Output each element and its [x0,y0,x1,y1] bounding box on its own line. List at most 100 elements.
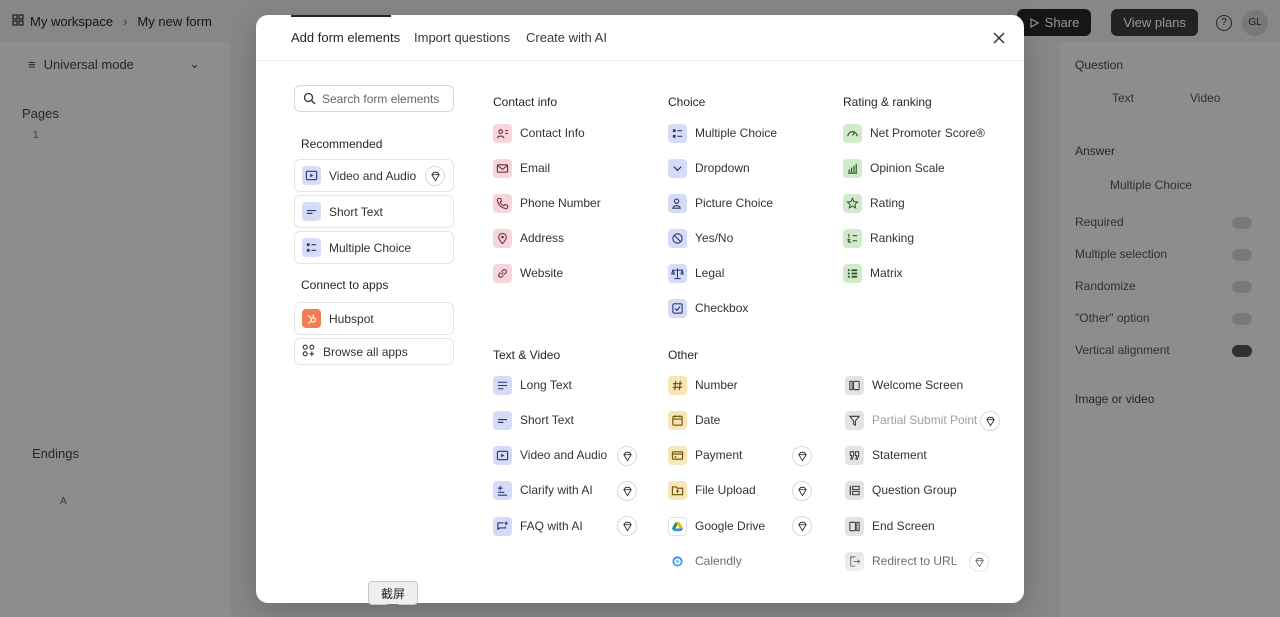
search-icon [303,92,316,105]
recommended-multiple-choice[interactable]: Multiple Choice [294,231,454,264]
element-calendly[interactable]: Calendly [668,550,742,572]
yes-no-icon [668,228,687,248]
picture-choice-icon [668,193,687,213]
item-label: Email [520,161,551,175]
redirect-icon [845,551,864,571]
contact-info-title: Contact info [493,95,558,109]
item-label: Redirect to URL [872,554,958,568]
star-icon [843,193,862,213]
element-redirect-to-url[interactable]: Redirect to URL [845,550,957,572]
element-legal[interactable]: Legal [668,262,724,284]
item-label: File Upload [695,483,756,497]
tab-add-form-elements[interactable]: Add form elements [291,30,400,45]
other-title: Other [668,348,699,362]
end-screen-icon [845,516,864,536]
element-date[interactable]: Date [668,409,720,431]
modal-tabs: Add form elements Import questions Creat… [256,15,1024,61]
recommended-title: Recommended [301,137,383,151]
element-website[interactable]: Website [493,262,563,284]
item-label: Calendly [695,554,742,568]
question-group-icon [845,480,864,500]
element-short-text[interactable]: Short Text [493,409,574,431]
element-yes-no[interactable]: Yes/No [668,227,733,249]
gauge-icon [843,123,862,143]
hash-icon [668,375,687,395]
scales-icon [668,263,687,283]
item-label: Video and Audio [520,448,608,462]
item-label: Payment [695,448,743,462]
short-text-icon [302,202,321,221]
element-phone-number[interactable]: Phone Number [493,192,601,214]
location-pin-icon [493,228,512,248]
element-picture-choice[interactable]: Picture Choice [668,192,773,214]
recommended-short-text[interactable]: Short Text [294,195,454,228]
element-google-drive[interactable]: Google Drive [668,515,765,537]
text-video-title: Text & Video [493,348,561,362]
tab-create-with-ai[interactable]: Create with AI [526,30,607,45]
element-file-upload[interactable]: File Upload [668,479,756,501]
element-end-screen[interactable]: End Screen [845,515,935,537]
element-matrix[interactable]: Matrix [843,262,903,284]
item-label: Partial Submit Point [872,413,978,427]
search-box[interactable] [294,85,454,112]
element-number[interactable]: Number [668,374,738,396]
tab-import-questions[interactable]: Import questions [414,30,510,45]
welcome-screen-icon [845,375,864,395]
browse-all-apps[interactable]: Browse all apps [294,338,454,365]
item-label: Multiple Choice [695,126,778,140]
item-label: Short Text [520,413,574,427]
element-ranking[interactable]: Ranking [843,227,914,249]
ranking-icon [843,228,862,248]
element-opinion-scale[interactable]: Opinion Scale [843,157,945,179]
element-welcome-screen[interactable]: Welcome Screen [845,374,963,396]
element-long-text[interactable]: Long Text [493,374,572,396]
element-clarify-with-ai[interactable]: Clarify with AI [493,479,593,501]
item-label: Rating [870,196,905,210]
item-label: Website [520,266,564,280]
element-question-group[interactable]: Question Group [845,479,957,501]
element-statement[interactable]: Statement [845,444,927,466]
hubspot-icon [302,309,321,328]
element-partial-submit-point[interactable]: Partial Submit Point [845,409,977,431]
quote-icon [845,445,864,465]
faq-ai-icon [493,516,512,536]
item-label: Short Text [329,204,383,219]
google-drive-icon [668,516,687,536]
element-address[interactable]: Address [493,227,564,249]
premium-gem-icon [969,552,989,572]
item-label: Contact Info [520,126,585,140]
element-multiple-choice[interactable]: Multiple Choice [668,122,777,144]
item-label: Date [695,413,721,427]
item-label: Welcome Screen [872,378,964,392]
premium-gem-icon [792,446,812,466]
credit-card-icon [668,445,687,465]
calendar-icon [668,410,687,430]
item-label: Address [520,231,565,245]
item-label: End Screen [872,519,935,533]
add-elements-modal: Add form elements Import questions Creat… [256,15,1024,603]
element-checkbox[interactable]: Checkbox [668,297,748,319]
element-payment[interactable]: Payment [668,444,742,466]
item-label: Picture Choice [695,196,774,210]
video-icon [493,445,512,465]
premium-gem-icon [617,481,637,501]
element-faq-with-ai[interactable]: FAQ with AI [493,515,583,537]
close-icon[interactable] [990,29,1008,47]
connect-apps-title: Connect to apps [301,278,389,292]
element-net-promoter-score[interactable]: Net Promoter Score® [843,122,985,144]
element-contact-info[interactable]: Contact Info [493,122,585,144]
element-video-and-audio[interactable]: Video and Audio [493,444,607,466]
link-icon [493,263,512,283]
multiple-choice-icon [302,238,321,257]
choice-title: Choice [668,95,706,109]
hubspot-app[interactable]: Hubspot [294,302,454,335]
video-icon [302,166,321,185]
element-dropdown[interactable]: Dropdown [668,157,750,179]
search-input[interactable] [322,91,447,106]
item-label: Statement [872,448,927,462]
element-email[interactable]: Email [493,157,550,179]
element-rating[interactable]: Rating [843,192,905,214]
phone-icon [493,193,512,213]
item-label: Google Drive [695,519,766,533]
chevron-down-icon [668,158,687,178]
